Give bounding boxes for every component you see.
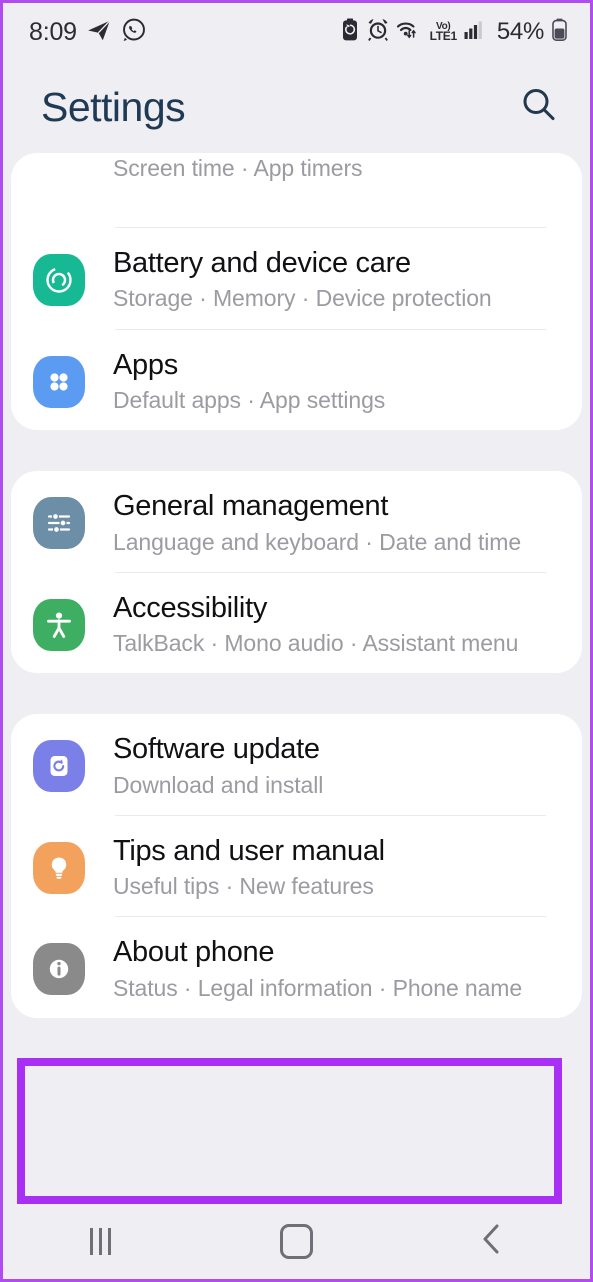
status-bar-left: 8:09: [29, 17, 147, 48]
settings-row-title: General management: [113, 490, 389, 523]
settings-list[interactable]: Screen time · App timers Battery and dev…: [3, 153, 590, 1018]
icon-container: [31, 738, 87, 794]
home-button[interactable]: [236, 1211, 356, 1271]
about-phone-highlight-annotation: [17, 1058, 562, 1204]
whatsapp-icon: [121, 17, 147, 48]
wifi-icon: [396, 18, 423, 47]
settings-group-3: Software update Download and install Tip…: [11, 714, 582, 1018]
telegram-icon: [86, 17, 112, 48]
settings-row-software-update[interactable]: Software update Download and install: [11, 714, 582, 815]
settings-group-1: Screen time · App timers Battery and dev…: [11, 153, 582, 431]
settings-row-subtitle: Useful tips · New features: [113, 873, 374, 900]
icon-container: [31, 495, 87, 551]
tips-icon: [33, 841, 85, 894]
battery-saver-icon: [340, 18, 360, 47]
navigation-bar: [3, 1203, 590, 1279]
general-management-icon: [33, 497, 85, 550]
search-button[interactable]: [516, 84, 562, 130]
settings-row-screen-time[interactable]: Screen time · App timers: [11, 153, 582, 227]
page-title: Settings: [41, 83, 186, 130]
battery-percent-label: 54%: [496, 18, 544, 45]
volte-bottom-label: LTE1: [429, 29, 458, 44]
settings-row-title: Battery and device care: [113, 247, 411, 279]
apps-icon: [33, 355, 85, 408]
settings-row-title: About phone: [113, 936, 275, 969]
settings-row-subtitle: Screen time · App timers: [113, 155, 363, 181]
settings-row-general-management[interactable]: General management Language and keyboard…: [11, 471, 582, 572]
settings-row-about-phone[interactable]: About phone Status · Legal information ·…: [11, 917, 582, 1018]
settings-row-battery-and-device-care[interactable]: Battery and device care Storage · Memory…: [11, 228, 582, 329]
icon-container: [31, 597, 87, 653]
icon-container: [31, 252, 87, 308]
back-button[interactable]: [432, 1211, 552, 1271]
icon-container: [31, 840, 87, 896]
settings-row-title: Software update: [113, 733, 320, 766]
accessibility-icon: [33, 598, 85, 651]
status-bar-right: Vo) LTE1 54%: [340, 18, 568, 47]
settings-header: Settings: [3, 61, 590, 153]
battery-device-care-icon: [33, 254, 85, 306]
volte-icon: Vo) LTE1: [429, 21, 458, 44]
settings-row-subtitle: Storage · Memory · Device protection: [113, 285, 492, 312]
settings-row-subtitle: Language and keyboard · Date and time: [113, 528, 522, 555]
back-icon: [478, 1222, 506, 1261]
battery-icon: [551, 18, 568, 47]
status-time: 8:09: [29, 17, 77, 46]
recents-icon: [90, 1227, 112, 1255]
settings-row-subtitle: Status · Legal information · Phone name: [113, 974, 523, 1001]
home-icon: [279, 1223, 313, 1259]
settings-row-title: Tips and user manual: [113, 834, 385, 867]
settings-group-2: General management Language and keyboard…: [11, 471, 582, 674]
settings-row-title: Apps: [113, 348, 178, 381]
alarm-icon: [367, 18, 389, 47]
settings-row-accessibility[interactable]: Accessibility TalkBack · Mono audio · As…: [11, 573, 582, 674]
settings-row-tips-and-user-manual[interactable]: Tips and user manual Useful tips · New f…: [11, 816, 582, 917]
status-bar: 8:09 Vo) LTE1 54%: [3, 3, 590, 61]
signal-icon: [464, 18, 486, 47]
digital-wellbeing-icon: [31, 159, 87, 215]
icon-container: [31, 941, 87, 997]
software-update-icon: [33, 740, 85, 793]
settings-row-subtitle: TalkBack · Mono audio · Assistant menu: [113, 630, 519, 657]
search-icon: [520, 86, 558, 129]
settings-row-apps[interactable]: Apps Default apps · App settings: [11, 330, 582, 431]
phone-screen: 8:09 Vo) LTE1 54% Settings Screen time ·…: [0, 0, 593, 1282]
settings-row-subtitle: Default apps · App settings: [113, 386, 386, 413]
settings-row-title: Accessibility: [113, 591, 268, 624]
recents-button[interactable]: [41, 1211, 161, 1271]
icon-container: [31, 354, 87, 410]
about-phone-icon: [33, 943, 85, 996]
settings-row-subtitle: Download and install: [113, 771, 324, 798]
